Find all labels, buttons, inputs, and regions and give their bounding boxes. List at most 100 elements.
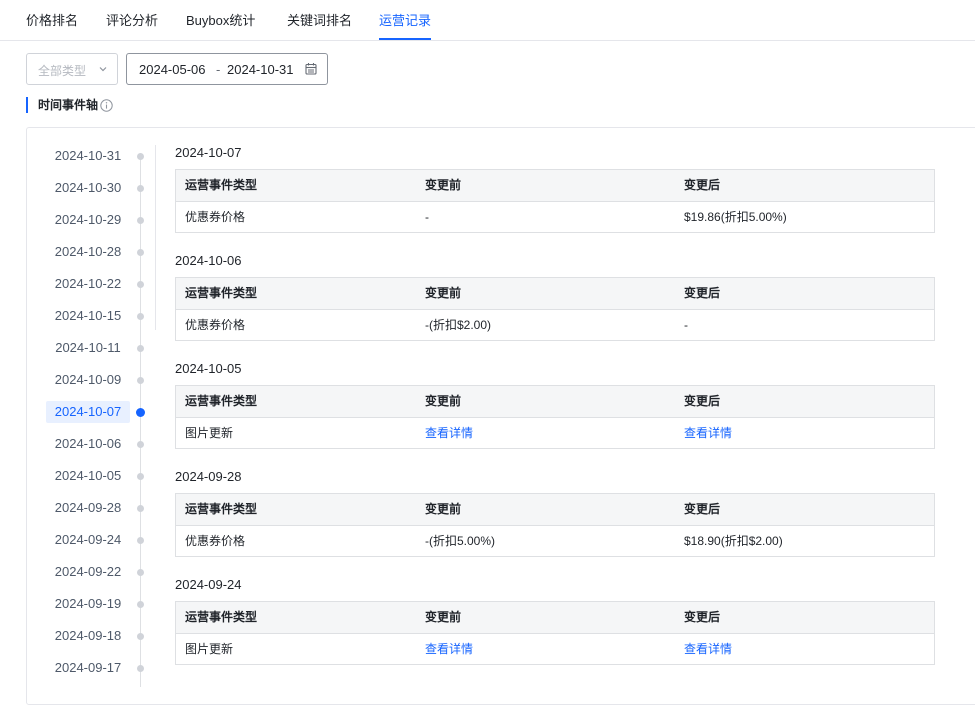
cell-before: -(折扣$2.00) bbox=[425, 318, 492, 332]
header-event-type: 运营事件类型 bbox=[185, 394, 258, 408]
timeline-date[interactable]: 2024-10-28 bbox=[46, 241, 130, 263]
event-date: 2024-10-06 bbox=[175, 253, 242, 268]
timeline-date[interactable]: 2024-09-24 bbox=[46, 529, 130, 551]
timeline-dot bbox=[137, 153, 144, 160]
timeline-dot bbox=[137, 633, 144, 640]
timeline-date[interactable]: 2024-10-30 bbox=[46, 177, 130, 199]
date-range-separator: - bbox=[216, 62, 221, 77]
timeline-date[interactable]: 2024-09-19 bbox=[46, 593, 130, 615]
timeline-dot bbox=[137, 441, 144, 448]
event-date: 2024-09-24 bbox=[175, 577, 242, 592]
timeline-date[interactable]: 2024-10-05 bbox=[46, 465, 130, 487]
table-row: 图片更新 查看详情 查看详情 bbox=[176, 418, 934, 448]
tab-review-analysis[interactable]: 评论分析 bbox=[106, 0, 158, 40]
cell-event-type: 优惠券价格 bbox=[185, 534, 246, 548]
header-after: 变更后 bbox=[684, 394, 721, 408]
table-row: 优惠券价格 -(折扣5.00%) $18.90(折扣$2.00) bbox=[176, 526, 934, 556]
timeline-date[interactable]: 2024-09-22 bbox=[46, 561, 130, 583]
view-details-link[interactable]: 查看详情 bbox=[425, 418, 473, 449]
timeline-date[interactable]: 2024-10-06 bbox=[46, 433, 130, 455]
event-table-header: 运营事件类型 变更前 变更后 bbox=[176, 278, 934, 310]
section-title: 时间事件轴 bbox=[26, 97, 98, 113]
timeline-dot bbox=[137, 569, 144, 576]
event-table-header: 运营事件类型 变更前 变更后 bbox=[176, 602, 934, 634]
cell-before: - bbox=[425, 210, 429, 224]
tab-price-ranking[interactable]: 价格排名 bbox=[26, 0, 78, 40]
header-before: 变更前 bbox=[425, 394, 462, 408]
timeline-dot bbox=[137, 345, 144, 352]
timeline-date[interactable]: 2024-10-31 bbox=[46, 145, 130, 167]
table-row: 优惠券价格 - $19.86(折扣5.00%) bbox=[176, 202, 934, 232]
view-details-link[interactable]: 查看详情 bbox=[684, 634, 732, 665]
cell-event-type: 优惠券价格 bbox=[185, 210, 246, 224]
event-type-placeholder: 全部类型 bbox=[38, 64, 87, 78]
timeline-dot bbox=[137, 473, 144, 480]
timeline-date[interactable]: 2024-09-18 bbox=[46, 625, 130, 647]
timeline-date[interactable]: 2024-10-15 bbox=[46, 305, 130, 327]
event-table: 运营事件类型 变更前 变更后优惠券价格 -(折扣$2.00) - bbox=[175, 277, 935, 341]
timeline-date[interactable]: 2024-09-17 bbox=[46, 657, 130, 679]
event-date: 2024-10-05 bbox=[175, 361, 242, 376]
cell-event-type: 优惠券价格 bbox=[185, 318, 246, 332]
event-table-header: 运营事件类型 变更前 变更后 bbox=[176, 494, 934, 526]
timeline-date[interactable]: 2024-10-11 bbox=[46, 337, 130, 359]
cell-event-type: 图片更新 bbox=[185, 642, 234, 656]
event-type-select[interactable]: 全部类型 bbox=[26, 53, 118, 85]
header-before: 变更前 bbox=[425, 502, 462, 516]
calendar-icon bbox=[305, 63, 317, 75]
info-icon[interactable] bbox=[100, 99, 113, 112]
timeline-date[interactable]: 2024-10-07 bbox=[46, 401, 130, 423]
timeline-dot bbox=[137, 185, 144, 192]
timeline-dot bbox=[137, 665, 144, 672]
event-date: 2024-09-28 bbox=[175, 469, 242, 484]
event-table-header: 运营事件类型 变更前 变更后 bbox=[176, 170, 934, 202]
timeline-date[interactable]: 2024-09-28 bbox=[46, 497, 130, 519]
timeline-dot bbox=[137, 505, 144, 512]
timeline-dot bbox=[137, 537, 144, 544]
timeline-date[interactable]: 2024-10-22 bbox=[46, 273, 130, 295]
cell-after: $19.86(折扣5.00%) bbox=[684, 210, 787, 224]
header-before: 变更前 bbox=[425, 610, 462, 624]
header-event-type: 运营事件类型 bbox=[185, 286, 258, 300]
timeline-dot bbox=[137, 281, 144, 288]
event-table: 运营事件类型 变更前 变更后图片更新 查看详情 查看详情 bbox=[175, 385, 935, 449]
timeline-dot bbox=[137, 249, 144, 256]
timeline-dot bbox=[137, 377, 144, 384]
view-details-link[interactable]: 查看详情 bbox=[684, 418, 732, 449]
date-range-end[interactable]: 2024-10-31 bbox=[227, 62, 294, 77]
chevron-down-icon bbox=[99, 67, 107, 72]
event-table: 运营事件类型 变更前 变更后优惠券价格 - $19.86(折扣5.00%) bbox=[175, 169, 935, 233]
cell-before: -(折扣5.00%) bbox=[425, 534, 496, 548]
timeline-dot-active bbox=[136, 408, 145, 417]
header-event-type: 运营事件类型 bbox=[185, 178, 258, 192]
timeline-dot bbox=[137, 601, 144, 608]
header-after: 变更后 bbox=[684, 610, 721, 624]
cell-after: - bbox=[684, 318, 688, 332]
event-table: 运营事件类型 变更前 变更后图片更新 查看详情 查看详情 bbox=[175, 601, 935, 665]
header-after: 变更后 bbox=[684, 178, 721, 192]
cell-event-type: 图片更新 bbox=[185, 426, 234, 440]
table-row: 图片更新 查看详情 查看详情 bbox=[176, 634, 934, 664]
event-table: 运营事件类型 变更前 变更后优惠券价格 -(折扣5.00%) $18.90(折扣$2.0… bbox=[175, 493, 935, 557]
timeline-divider bbox=[155, 145, 156, 330]
cell-after: $18.90(折扣$2.00) bbox=[684, 534, 783, 548]
tab-keyword-ranking[interactable]: 关键词排名 bbox=[287, 0, 352, 40]
tab-bar: 价格排名 评论分析 Buybox统计 关键词排名 运营记录 bbox=[0, 0, 975, 41]
header-event-type: 运营事件类型 bbox=[185, 610, 258, 624]
timeline-dot bbox=[137, 313, 144, 320]
tab-buybox-stats[interactable]: Buybox统计 bbox=[186, 0, 255, 40]
date-range-picker[interactable]: 2024-05-06 - 2024-10-31 bbox=[126, 53, 328, 85]
event-table-header: 运营事件类型 变更前 变更后 bbox=[176, 386, 934, 418]
tab-operation-records[interactable]: 运营记录 bbox=[379, 0, 432, 40]
header-after: 变更后 bbox=[684, 286, 721, 300]
table-row: 优惠券价格 -(折扣$2.00) - bbox=[176, 310, 934, 340]
timeline-date[interactable]: 2024-10-09 bbox=[46, 369, 130, 391]
header-before: 变更前 bbox=[425, 286, 462, 300]
date-range-start[interactable]: 2024-05-06 bbox=[139, 62, 206, 77]
header-after: 变更后 bbox=[684, 502, 721, 516]
header-before: 变更前 bbox=[425, 178, 462, 192]
timeline-date[interactable]: 2024-10-29 bbox=[46, 209, 130, 231]
header-event-type: 运营事件类型 bbox=[185, 502, 258, 516]
view-details-link[interactable]: 查看详情 bbox=[425, 634, 473, 665]
event-date: 2024-10-07 bbox=[175, 145, 242, 160]
